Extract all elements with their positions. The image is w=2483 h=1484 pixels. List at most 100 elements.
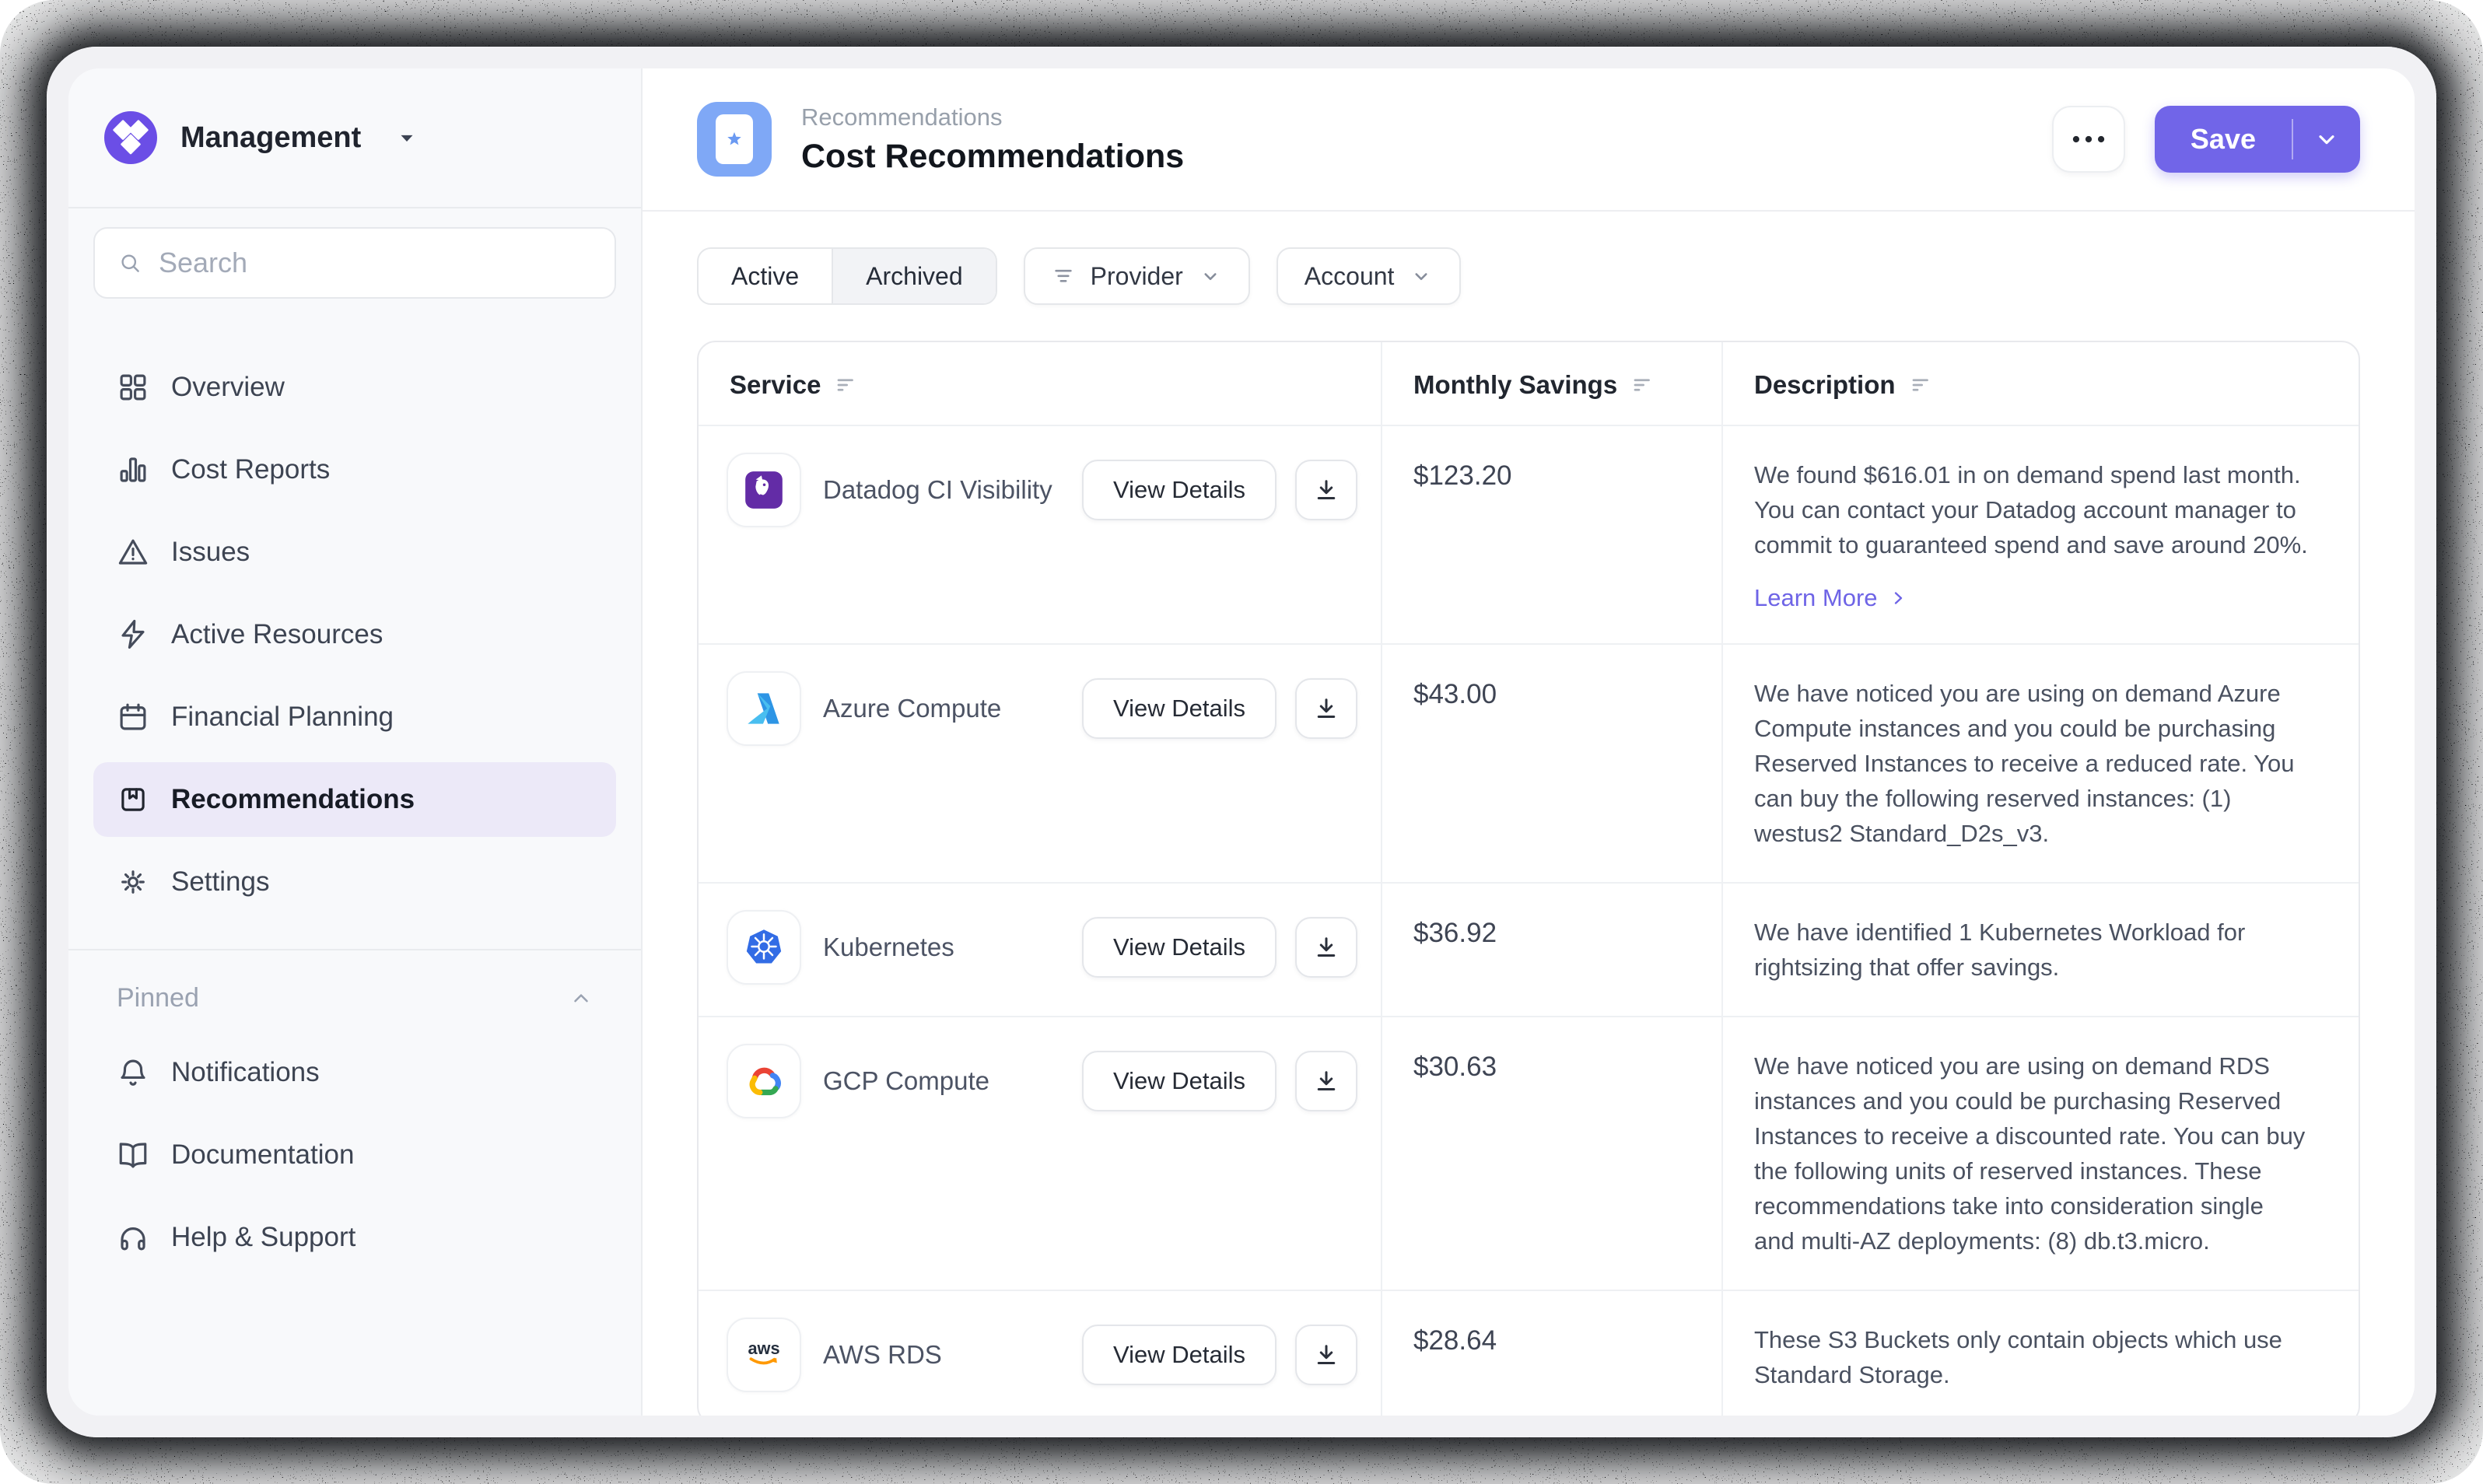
service-actions: View Details [1082,460,1357,520]
service-name: Datadog CI Visibility [823,475,1052,505]
more-actions-button[interactable] [2052,106,2125,173]
sort-icon [1631,373,1655,397]
sidebar-divider [68,207,641,208]
description-cell: We have noticed you are using on demand … [1721,645,2359,882]
page-icon-tile [697,102,772,177]
gcp-icon [741,1059,786,1104]
sidebar-item-label: Documentation [171,1139,354,1171]
service-cell: aws AWS RDS View Details [699,1291,1381,1416]
description-cell: We have noticed you are using on demand … [1721,1017,2359,1290]
page-titles: Recommendations Cost Recommendations [801,103,1184,176]
download-icon [1312,933,1340,961]
kubernetes-icon [741,925,786,970]
sidebar-item-label: Recommendations [171,784,415,815]
pinned-list: Notifications Documentation Help & Suppo… [93,1035,616,1275]
filter-icon [1052,264,1075,288]
sidebar-item-settings[interactable]: Settings [93,845,616,919]
table-row: Datadog CI Visibility View Details $123.… [699,425,2359,643]
description-text: We have noticed you are using on demand … [1754,1048,2309,1258]
bell-icon [117,1056,149,1089]
sidebar-item-recommendations[interactable]: Recommendations [93,762,616,837]
download-button[interactable] [1295,917,1357,978]
search-icon [118,251,142,275]
search-box [93,227,616,299]
service-name: Azure Compute [823,694,1001,723]
datadog-icon [741,467,786,513]
monthly-savings-value: $36.92 [1381,884,1721,1016]
service-logo [727,453,801,527]
workspace-name: Management [180,121,361,155]
download-icon [1312,1067,1340,1095]
sidebar-item-issues[interactable]: Issues [93,515,616,590]
description-text: We have identified 1 Kubernetes Workload… [1754,915,2309,985]
caret-down-icon [395,126,419,149]
save-button[interactable]: Save [2155,123,2292,156]
service-actions: View Details [1082,1325,1357,1385]
account-filter-dropdown[interactable]: Account [1277,247,1462,305]
zap-icon [117,618,149,651]
headphones-icon [117,1221,149,1254]
view-details-button[interactable]: View Details [1082,917,1277,978]
service-logo [727,910,801,985]
description-text: We have noticed you are using on demand … [1754,676,2309,851]
aws-icon: aws [741,1332,786,1377]
chevron-down-icon [2314,127,2339,152]
view-details-button[interactable]: View Details [1082,1325,1277,1385]
sidebar-item-label: Financial Planning [171,702,394,733]
bookmark-icon [117,783,149,816]
monthly-savings-value: $28.64 [1381,1291,1721,1416]
view-details-button[interactable]: View Details [1082,678,1277,739]
download-button[interactable] [1295,1051,1357,1111]
learn-more-link[interactable]: Learn More [1754,584,1907,612]
book-open-icon [117,1139,149,1171]
calendar-icon [117,701,149,733]
download-button[interactable] [1295,1325,1357,1385]
sidebar-item-documentation[interactable]: Documentation [93,1118,616,1192]
star-icon [716,114,753,164]
service-actions: View Details [1082,1051,1357,1111]
azure-icon [741,686,786,731]
sidebar-item-active-resources[interactable]: Active Resources [93,597,616,672]
column-header-description[interactable]: Description [1721,342,2359,425]
page-header: Recommendations Cost Recommendations Sav… [643,68,2415,212]
download-button[interactable] [1295,460,1357,520]
sort-icon [1910,373,1933,397]
sidebar-item-cost-reports[interactable]: Cost Reports [93,432,616,507]
service-cell: Azure Compute View Details [699,645,1381,882]
service-actions: View Details [1082,917,1357,978]
sidebar-item-label: Settings [171,866,269,898]
column-header-service[interactable]: Service [699,342,1381,425]
sidebar-item-notifications[interactable]: Notifications [93,1035,616,1110]
sidebar-item-help-support[interactable]: Help & Support [93,1200,616,1275]
sidebar-item-financial-planning[interactable]: Financial Planning [93,680,616,754]
chevron-down-icon [1199,264,1222,288]
sidebar-item-label: Active Resources [171,619,383,650]
sidebar-item-label: Notifications [171,1057,320,1088]
pinned-label: Pinned [117,983,199,1013]
provider-filter-label: Provider [1091,262,1183,291]
status-segmented-control: Active Archived [697,247,997,305]
search-input[interactable] [159,247,591,279]
table-row: Azure Compute View Details $43.00 We hav… [699,643,2359,882]
tab-active[interactable]: Active [699,249,832,303]
download-icon [1312,1341,1340,1369]
breadcrumb: Recommendations [801,103,1184,131]
chevron-up-icon[interactable] [569,987,593,1010]
table-row: Kubernetes View Details $36.92 We have i… [699,882,2359,1016]
save-dropdown-button[interactable] [2293,127,2360,152]
download-button[interactable] [1295,678,1357,739]
view-details-button[interactable]: View Details [1082,460,1277,520]
service-name: Kubernetes [823,933,954,962]
sidebar-item-overview[interactable]: Overview [93,350,616,425]
chevron-right-icon [1889,589,1907,607]
pinned-divider [68,949,641,950]
table-header-row: Service Monthly Savings Description [699,342,2359,425]
description-cell: We found $616.01 in on demand spend last… [1721,426,2359,643]
save-split-button[interactable]: Save [2155,106,2360,173]
tab-archived[interactable]: Archived [832,249,996,303]
column-header-monthly-savings[interactable]: Monthly Savings [1381,342,1721,425]
workspace-switcher[interactable]: Management [93,68,616,207]
view-details-button[interactable]: View Details [1082,1051,1277,1111]
chevron-down-icon [1410,264,1433,288]
provider-filter-dropdown[interactable]: Provider [1024,247,1250,305]
